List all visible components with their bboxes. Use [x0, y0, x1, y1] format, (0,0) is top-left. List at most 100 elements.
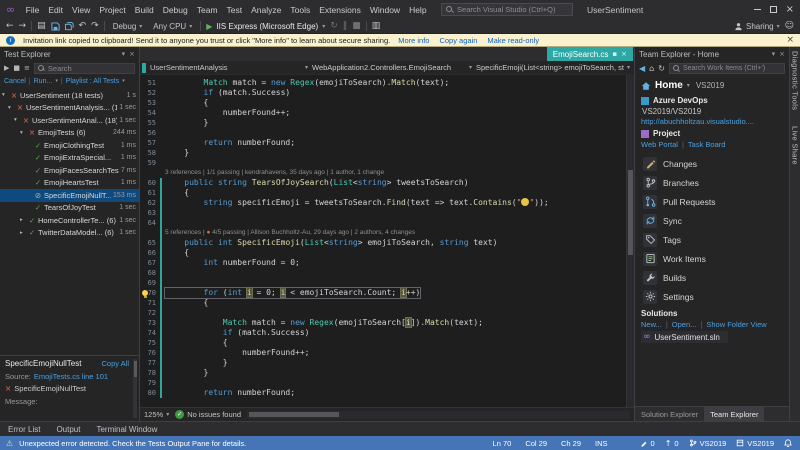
code-line[interactable]: 62 string specificEmoji = tweetsToSearch… — [140, 198, 634, 208]
chevron-down-icon[interactable]: ▾ — [687, 82, 690, 89]
team-nav-pull-requests[interactable]: Pull Requests — [639, 192, 785, 211]
back-icon[interactable]: ◀ — [639, 64, 645, 73]
team-nav-branches[interactable]: Branches — [639, 173, 785, 192]
project-dropdown[interactable]: UserSentimentAnalysis ▾ — [150, 63, 308, 72]
run-all-tests-icon[interactable]: ▶ — [4, 64, 9, 72]
code-line[interactable]: 73 Match match = new Regex(emojiToSearch… — [140, 318, 634, 328]
code-line[interactable]: 69 — [140, 278, 634, 288]
details-scrollbar[interactable] — [133, 359, 137, 418]
pin-icon[interactable]: ▪ — [612, 50, 617, 58]
code-line[interactable]: 63 — [140, 208, 634, 218]
test-search-box[interactable]: Search — [33, 62, 135, 74]
code-line[interactable]: 70 for (int i = 0; i < emojiToSearch.Cou… — [140, 288, 634, 298]
break-all-icon[interactable]: ‖ — [343, 21, 348, 31]
expander-icon[interactable]: ▸ — [20, 230, 26, 236]
tab-team-explorer[interactable]: Team Explorer — [704, 407, 765, 421]
solutions-link-new[interactable]: New... — [641, 320, 662, 329]
side-tab-diagnostic-tools[interactable]: Diagnostic Tools — [791, 51, 800, 110]
close-icon[interactable]: × — [129, 50, 135, 58]
team-nav-work-items[interactable]: Work Items — [639, 249, 785, 268]
code-line[interactable]: 74 if (match.Success) — [140, 328, 634, 338]
tab-close-icon[interactable]: × — [621, 50, 627, 58]
code-line[interactable]: 71 { — [140, 298, 634, 308]
test-tree-item[interactable]: ✓ EmojiExtraSpecial... 1 ms — [0, 152, 139, 165]
outgoing-commits-indicator[interactable]: ↑ 0 — [665, 439, 679, 448]
editor-horizontal-scrollbar[interactable] — [247, 410, 630, 419]
solution-item[interactable]: ∞ UserSentiment.sln — [641, 331, 728, 343]
navigate-back-icon[interactable]: ← — [6, 21, 14, 31]
menu-test[interactable]: Test — [222, 5, 247, 15]
team-nav-settings[interactable]: Settings — [639, 287, 785, 306]
expander-icon[interactable]: ▾ — [14, 117, 20, 123]
panel-tab-terminal-window[interactable]: Terminal Window — [96, 425, 157, 434]
work-items-search-box[interactable]: Search Work Items (Ctrl+') — [668, 63, 785, 74]
menu-analyze[interactable]: Analyze — [247, 5, 286, 15]
save-icon[interactable] — [51, 21, 60, 31]
menu-view[interactable]: View — [68, 5, 95, 15]
group-by-icon[interactable]: ≡ — [24, 64, 30, 72]
code-line[interactable]: 79 — [140, 378, 634, 388]
new-project-icon[interactable]: ▤ — [37, 21, 46, 31]
code-line[interactable]: 77 } — [140, 358, 634, 368]
find-in-files-icon[interactable]: ▥ — [372, 21, 381, 31]
code-line[interactable]: 60 public string TearsOfJoySearch(List<s… — [140, 178, 634, 188]
team-nav-tags[interactable]: Tags — [639, 230, 785, 249]
stop-debugging-icon[interactable]: ■ — [352, 21, 361, 31]
codelens-row[interactable]: 3 references | 1/1 passing | kendrahaven… — [140, 168, 634, 178]
source-link[interactable]: EmojiTests.cs line 101 — [34, 372, 108, 381]
code-line[interactable]: 55 } — [140, 118, 634, 128]
code-line[interactable]: 58 } — [140, 148, 634, 158]
code-line[interactable]: 52 if (match.Success) — [140, 88, 634, 98]
code-editor[interactable]: 51 Match match = new Regex(emojiToSearch… — [140, 75, 634, 407]
code-line[interactable]: 59 — [140, 158, 634, 168]
team-nav-builds[interactable]: Builds — [639, 268, 785, 287]
expander-icon[interactable]: ▸ — [20, 217, 26, 223]
minimize-button[interactable] — [753, 9, 761, 10]
test-tree-item[interactable]: ✓ EmojiFacesSearchTest 7 ms — [0, 164, 139, 177]
menu-build[interactable]: Build — [130, 5, 158, 15]
pending-edits-indicator[interactable]: 0 — [640, 439, 655, 448]
menu-edit[interactable]: Edit — [44, 5, 68, 15]
current-branch-indicator[interactable]: VS2019 — [689, 439, 726, 448]
type-dropdown[interactable]: WebApplication2.Controllers.EmojiSearch ▾ — [312, 63, 472, 72]
home-icon[interactable]: ⌂ — [649, 64, 654, 73]
test-explorer-link-cancel[interactable]: Cancel — [4, 78, 26, 85]
save-all-icon[interactable] — [64, 21, 74, 31]
code-line[interactable]: 72 — [140, 308, 634, 318]
test-tree-item[interactable]: ▾ × EmojiTests (6) 244 ms — [0, 127, 139, 140]
stop-tests-icon[interactable]: ■ — [13, 64, 20, 72]
close-button[interactable]: × — [786, 4, 794, 15]
current-repo-indicator[interactable]: VS2019 — [736, 439, 774, 448]
expander-icon[interactable]: ▾ — [2, 92, 8, 98]
test-tree-item[interactable]: ▾ × UserSentiment (18 tests) 1 s — [0, 89, 139, 102]
test-tree-item[interactable]: ✓ EmojiClothingTest 1 ms — [0, 139, 139, 152]
test-tree-item[interactable]: ✓ EmojiHeartsTest 1 ms — [0, 177, 139, 190]
solutions-link-open[interactable]: Open... — [672, 320, 697, 329]
devops-url-link[interactable]: http://abuchholtzau.visualstudio.... — [641, 117, 783, 126]
test-tree-item[interactable]: ✓ TearsOfJoyTest 1 sec — [0, 202, 139, 215]
undo-icon[interactable]: ↶ — [79, 21, 87, 31]
menu-window[interactable]: Window — [365, 5, 404, 15]
menu-debug[interactable]: Debug — [158, 5, 192, 15]
zoom-control[interactable]: 125% ▾ — [144, 410, 169, 419]
test-tree-item[interactable]: ⊘ SpecificEmojiNullT... 153 ms — [0, 189, 139, 202]
side-tab-live-share[interactable]: Live Share — [791, 126, 800, 165]
lightbulb-icon[interactable] — [142, 289, 148, 298]
infobar-link-make-read-only[interactable]: Make read-only — [487, 36, 539, 45]
maximize-button[interactable] — [769, 6, 777, 13]
tab-solution-explorer[interactable]: Solution Explorer — [635, 407, 704, 421]
close-icon[interactable]: × — [779, 50, 785, 58]
test-tree-item[interactable]: ▾ × UserSentimentAnal... (18) 1 sec — [0, 114, 139, 127]
window-position-icon[interactable]: ▾ — [772, 50, 776, 58]
menu-extensions[interactable]: Extensions — [315, 5, 366, 15]
project-link-task-board[interactable]: Task Board — [688, 140, 726, 149]
tab-emojisearch-cs[interactable]: EmojiSearch.cs ▪ × — [546, 47, 633, 61]
configuration-dropdown[interactable]: Debug ▾ — [110, 22, 146, 31]
code-line[interactable]: 78 } — [140, 368, 634, 378]
code-line[interactable]: 68 — [140, 268, 634, 278]
code-line[interactable]: 61 { — [140, 188, 634, 198]
panel-tab-error-list[interactable]: Error List — [8, 425, 40, 434]
titlebar-search-box[interactable]: Search Visual Studio (Ctrl+Q) — [441, 3, 574, 16]
menu-team[interactable]: Team — [192, 5, 222, 15]
code-line[interactable]: 67 int numberFound = 0; — [140, 258, 634, 268]
